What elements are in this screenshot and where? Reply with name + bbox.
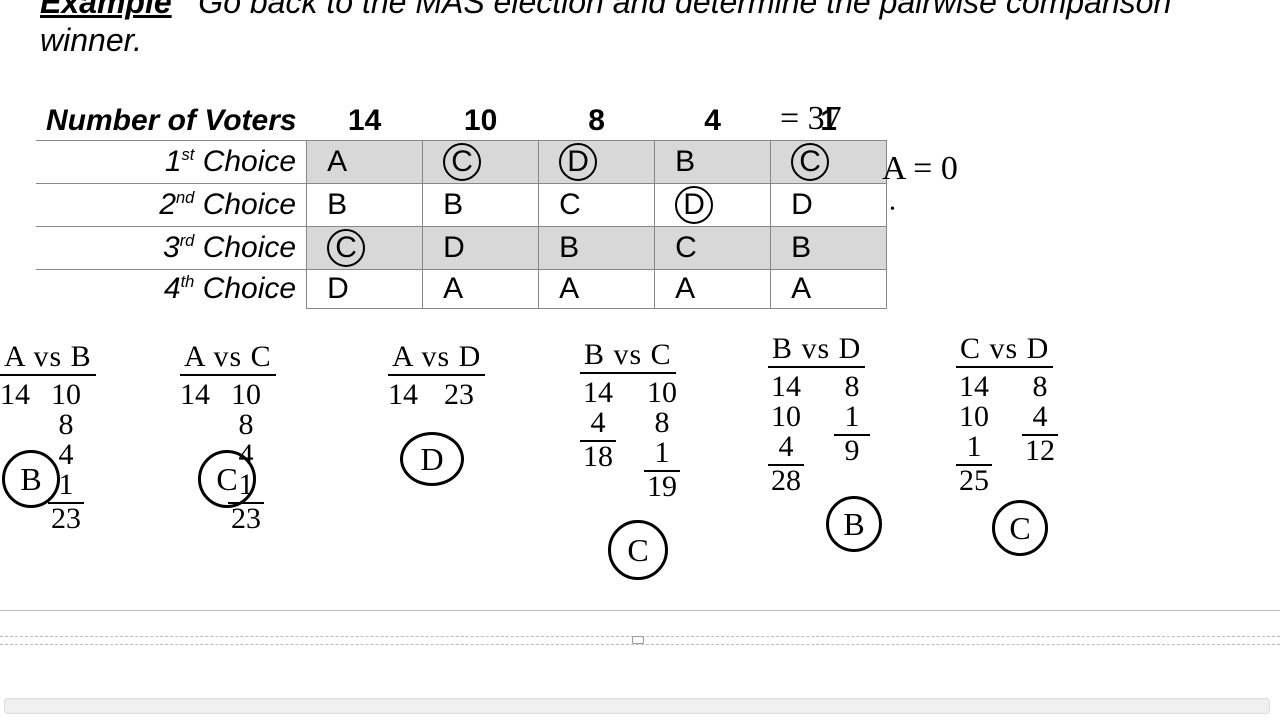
cell-r2-c1: B [307,184,423,227]
cell-r4-c5: A [771,270,887,309]
pair-ab-title: A vs B [0,340,96,376]
cell-r1-c1: A [307,141,423,184]
rank-2-label: 2nd Choice [36,184,307,227]
rank-1-label: 1st Choice [36,141,307,184]
cell-r2-c3: C [539,184,655,227]
pair-cd-title: C vs D [956,332,1053,368]
voter-count-col-1: 14 [307,102,423,141]
example-heading-line1: Example Go back to the MAS election and … [40,0,1171,21]
rank-3-label: 3rd Choice [36,227,307,270]
cell-r4-c2: A [423,270,539,309]
cell-r3-c5: B [771,227,887,270]
divider-dashed-2 [0,644,1280,645]
pair-b-vs-c: B vs C 14 4 18 10 8 1 19 [580,338,680,502]
heading-remainder: Go back to the MAS election and determin… [198,0,1171,20]
cell-r3-c3: B [539,227,655,270]
cell-r1-c2: C [423,141,539,184]
a-score-annotation: A = 0 [882,150,958,188]
pair-b-vs-d: B vs D 14 10 4 28 8 1 9 [768,332,870,496]
cell-r3-c4: C [655,227,771,270]
dot-mark: • [890,202,895,218]
example-underlined-label: Example [40,0,172,20]
pair-bc-winner-circle: C [608,520,668,580]
pair-ac-title: A vs C [180,340,276,376]
pair-ad-title: A vs D [388,340,485,376]
pair-ad-winner-circle: D [400,432,464,486]
cell-r1-c5: C [771,141,887,184]
resize-handle[interactable] [632,636,644,644]
total-voters-annotation: = 37 [780,100,842,138]
pair-c-vs-d: C vs D 14 10 1 25 8 4 12 [956,332,1058,496]
cell-r1-c4: B [655,141,771,184]
voter-count-col-4: 4 [655,102,771,141]
pair-bd-winner-circle: B [826,496,882,552]
horizontal-scrollbar[interactable] [4,698,1270,714]
cell-r3-c1: C [307,227,423,270]
cell-r2-c2: B [423,184,539,227]
cell-r4-c3: A [539,270,655,309]
cell-r2-c5: D [771,184,887,227]
pair-a-vs-b: A vs B 14 10 8 4 1 23 [0,340,96,534]
pair-ac-winner-circle: C [198,450,256,508]
pair-bd-title: B vs D [768,332,865,368]
cell-r4-c1: D [307,270,423,309]
pair-bc-title: B vs C [580,338,676,374]
cell-r1-c3: D [539,141,655,184]
cell-r2-c4: D [655,184,771,227]
cell-r3-c2: D [423,227,539,270]
voter-count-col-2: 10 [423,102,539,141]
preference-table: Number of Voters 14 10 8 4 1 1st Choice … [36,102,887,309]
pair-ab-winner-circle: B [2,450,60,508]
cell-r4-c4: A [655,270,771,309]
example-heading-line2: winner. [40,22,142,59]
pair-cd-winner-circle: C [992,500,1048,556]
rank-4-label: 4th Choice [36,270,307,309]
divider-solid [0,610,1280,611]
voter-count-col-3: 8 [539,102,655,141]
pair-a-vs-d: A vs D 14 23 [388,340,485,410]
number-of-voters-label: Number of Voters [36,102,307,141]
